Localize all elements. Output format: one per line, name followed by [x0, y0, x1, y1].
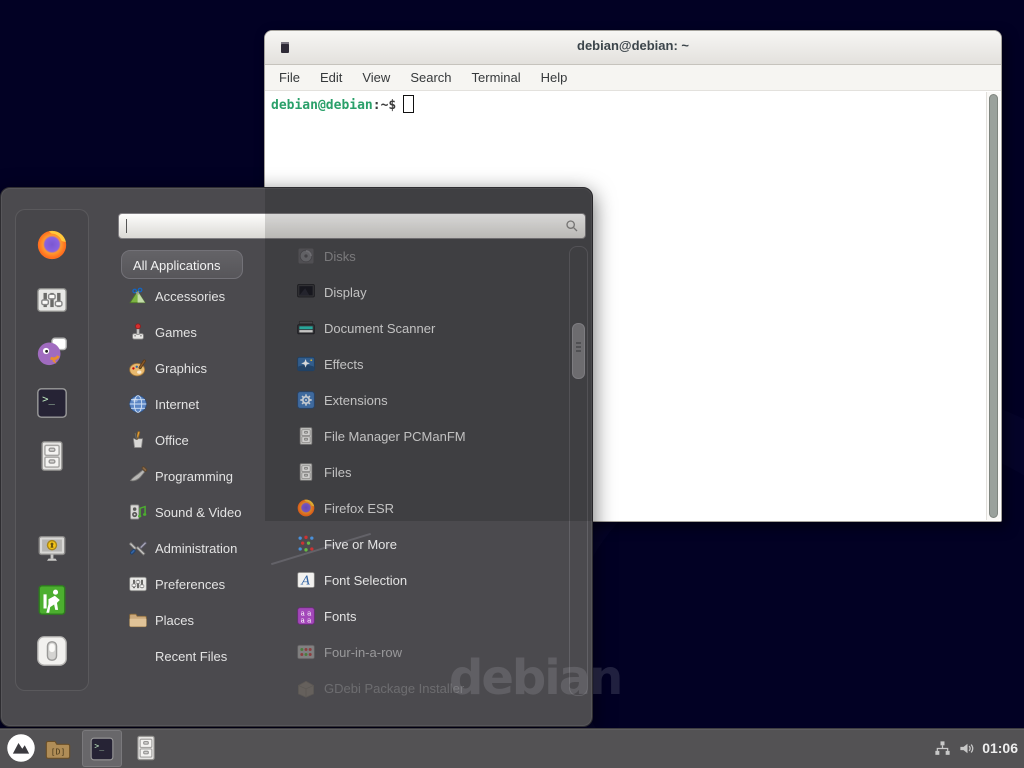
application-list: DisksDisplayDocument ScannerEffectsExten…	[289, 238, 567, 706]
programming-icon	[128, 466, 148, 486]
debian-watermark: debian	[449, 650, 621, 706]
terminal-menu-terminal[interactable]: Terminal	[462, 65, 531, 90]
category-recent-files[interactable]: Recent Files	[121, 638, 271, 674]
svg-text:>_: >_	[94, 740, 104, 750]
terminal-menu-edit[interactable]: Edit	[310, 65, 352, 90]
search-icon	[564, 218, 580, 234]
clock[interactable]: 01:06	[982, 740, 1018, 756]
terminal-scrollbar-thumb[interactable]	[989, 94, 998, 518]
terminal-menu-view[interactable]: View	[352, 65, 400, 90]
terminal-menu-file[interactable]: File	[269, 65, 310, 90]
svg-text:a a: a a	[301, 616, 312, 625]
terminal-window-button[interactable]: >_	[82, 730, 122, 767]
taskbar: 01:06 [D] >_	[0, 728, 1024, 768]
app-font-selection[interactable]: AFont Selection	[289, 562, 567, 598]
menu-scrollbar-thumb[interactable]	[572, 323, 585, 379]
favorite-lock-screen[interactable]	[35, 531, 69, 565]
terminal-scrollbar[interactable]	[986, 92, 1000, 520]
menu-button[interactable]	[6, 733, 36, 763]
no-icon	[128, 646, 148, 666]
category-list: AccessoriesGamesGraphicsInternetOfficePr…	[121, 278, 271, 674]
app-display[interactable]: Display	[289, 274, 567, 310]
favorite-firefox-browser[interactable]	[35, 228, 69, 262]
prompt-suffix: :~$	[373, 98, 396, 113]
fivemore-icon	[296, 534, 316, 554]
terminal-titlebar[interactable]: debian@debian: ~	[265, 31, 1001, 65]
favorite-shut-down[interactable]	[35, 634, 69, 668]
graphics-icon	[128, 358, 148, 378]
files-launcher[interactable]	[132, 733, 160, 763]
extensions-icon	[296, 390, 316, 410]
volume-icon[interactable]	[958, 739, 977, 758]
app-fonts[interactable]: a aa aFonts	[289, 598, 567, 634]
administration-icon	[128, 538, 148, 558]
app-effects[interactable]: Effects	[289, 346, 567, 382]
effects-icon	[296, 354, 316, 374]
display-icon	[296, 282, 316, 302]
places-icon	[128, 610, 148, 630]
favorite-file-manager[interactable]	[35, 439, 69, 473]
firefox-icon	[296, 498, 316, 518]
terminal-cursor	[403, 95, 414, 113]
search-input[interactable]	[118, 213, 586, 239]
app-document-scanner[interactable]: Document Scanner	[289, 310, 567, 346]
terminal-menubar: FileEditViewSearchTerminalHelp	[265, 65, 1001, 91]
category-administration[interactable]: Administration	[121, 530, 271, 566]
search-bar	[118, 213, 586, 239]
cabinet-icon	[296, 426, 316, 446]
favorite-log-out[interactable]	[35, 583, 69, 617]
favorites-rail: >_	[15, 209, 89, 691]
folder-launcher[interactable]: [D]	[44, 735, 72, 763]
svg-text:>_: >_	[42, 392, 55, 405]
fourrow-icon	[296, 642, 316, 662]
app-disks[interactable]: Disks	[289, 238, 567, 274]
gdebi-icon	[296, 678, 316, 698]
internet-icon	[128, 394, 148, 414]
app-firefox-esr[interactable]: Firefox ESR	[289, 490, 567, 526]
soundvideo-icon	[128, 502, 148, 522]
category-programming[interactable]: Programming	[121, 458, 271, 494]
network-icon[interactable]	[933, 739, 952, 758]
text-caret	[126, 219, 127, 233]
category-games[interactable]: Games	[121, 314, 271, 350]
category-preferences[interactable]: Preferences	[121, 566, 271, 602]
preferences-icon	[128, 574, 148, 594]
category-graphics[interactable]: Graphics	[121, 350, 271, 386]
disks-icon	[296, 246, 316, 266]
category-internet[interactable]: Internet	[121, 386, 271, 422]
category-all-applications[interactable]: All Applications	[121, 250, 243, 279]
terminal-title: debian@debian: ~	[265, 38, 1001, 53]
scanner-icon	[296, 318, 316, 338]
app-files[interactable]: Files	[289, 454, 567, 490]
desktop: debian@debian: ~ × FileEditViewSearchTer…	[0, 0, 1024, 768]
application-menu: >_ All Applications AccessoriesGamesGrap…	[0, 187, 593, 727]
category-sound-video[interactable]: Sound & Video	[121, 494, 271, 530]
fontsel-icon: A	[296, 570, 316, 590]
games-icon	[128, 322, 148, 342]
app-extensions[interactable]: Extensions	[289, 382, 567, 418]
office-icon	[128, 430, 148, 450]
prompt-user-host: debian@debian	[271, 98, 373, 113]
favorite-terminal[interactable]: >_	[35, 386, 69, 420]
accessories-icon	[128, 286, 148, 306]
terminal-menu-search[interactable]: Search	[400, 65, 461, 90]
favorite-pidgin-messenger[interactable]	[35, 334, 69, 368]
category-places[interactable]: Places	[121, 602, 271, 638]
terminal-icon: >_	[89, 736, 115, 762]
category-accessories[interactable]: Accessories	[121, 278, 271, 314]
favorite-control-center[interactable]	[35, 283, 69, 317]
svg-text:A: A	[300, 573, 310, 588]
app-file-manager-pcmanfm[interactable]: File Manager PCManFM	[289, 418, 567, 454]
fonts-icon: a aa a	[296, 606, 316, 626]
cabinet-icon	[296, 462, 316, 482]
svg-text:[D]: [D]	[51, 746, 66, 756]
category-office[interactable]: Office	[121, 422, 271, 458]
terminal-menu-help[interactable]: Help	[531, 65, 578, 90]
menu-scrollbar[interactable]	[569, 246, 588, 696]
app-five-or-more[interactable]: Five or More	[289, 526, 567, 562]
